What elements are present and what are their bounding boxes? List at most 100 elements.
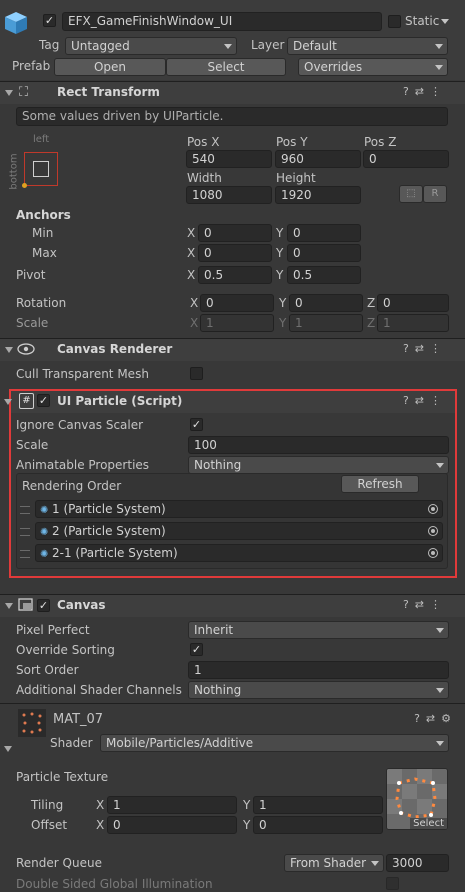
- raw-edit-button[interactable]: R: [423, 185, 447, 203]
- max-x-field[interactable]: 0: [198, 244, 272, 262]
- material-menu-icons[interactable]: ?⇄⚙: [414, 712, 457, 725]
- ui-particle-enabled-checkbox[interactable]: ✓: [37, 394, 50, 407]
- pixel-perfect-label: Pixel Perfect: [16, 623, 90, 637]
- pivot-y-field[interactable]: 0.5: [287, 266, 361, 284]
- scale-x-axis: X: [190, 316, 199, 330]
- refresh-button[interactable]: Refresh: [341, 475, 419, 493]
- component-menu-icons[interactable]: ?⇄⋮: [403, 342, 447, 355]
- min-x-field[interactable]: 0: [198, 224, 272, 242]
- texture-select-button[interactable]: Select: [410, 818, 447, 829]
- material-name: MAT_07: [53, 712, 104, 727]
- particle-texture-label: Particle Texture: [16, 770, 109, 784]
- rendering-order-label: Rendering Order: [22, 479, 122, 493]
- tiling-y-axis: Y: [243, 798, 251, 812]
- particle-scale-label: Scale: [16, 438, 49, 452]
- shader-channels-dropdown[interactable]: Nothing: [188, 681, 449, 699]
- canvas-renderer-header[interactable]: Canvas Renderer ?⇄⋮: [0, 338, 465, 361]
- object-picker-icon[interactable]: [428, 504, 438, 514]
- foldout-arrow-icon[interactable]: [5, 347, 13, 353]
- offset-x-field[interactable]: 0: [107, 816, 237, 834]
- anchors-min-label: Min: [32, 226, 54, 240]
- tag-value: Untagged: [71, 39, 130, 53]
- render-queue-label: Render Queue: [16, 856, 102, 870]
- sort-order-label: Sort Order: [16, 663, 79, 677]
- particle-scale-field[interactable]: 100: [188, 436, 449, 454]
- particle-system-label: 2-1 (Particle System): [52, 546, 178, 560]
- static-label[interactable]: Static: [405, 14, 439, 28]
- max-y-axis: Y: [276, 246, 284, 260]
- reorder-handle-icon[interactable]: [20, 506, 30, 514]
- tiling-x-field[interactable]: 1: [107, 796, 237, 814]
- offset-y-field[interactable]: 0: [253, 816, 383, 834]
- component-menu-icons[interactable]: ?⇄⋮: [403, 85, 447, 98]
- max-y-field[interactable]: 0: [287, 244, 361, 262]
- scale-y-axis: Y: [279, 316, 287, 330]
- canvas-header[interactable]: ✓ Canvas ?⇄⋮: [0, 594, 465, 617]
- ui-particle-title: UI Particle (Script): [57, 394, 183, 408]
- canvas-title: Canvas: [57, 598, 106, 612]
- posz-field[interactable]: 0: [363, 150, 449, 168]
- material-preview-icon[interactable]: [18, 709, 46, 737]
- particle-system-icon: ✺: [40, 505, 49, 516]
- material-foldout-arrow-icon[interactable]: [4, 746, 12, 752]
- object-picker-icon[interactable]: [428, 548, 438, 558]
- texture-slot[interactable]: Select: [386, 768, 448, 830]
- prefab-open-button[interactable]: Open: [54, 58, 166, 76]
- prefab-overrides-dropdown[interactable]: Overrides: [298, 58, 448, 76]
- particle-system-item[interactable]: ✺ 2-1 (Particle System): [35, 544, 443, 562]
- static-dropdown-caret[interactable]: [441, 19, 449, 24]
- tiling-y-field[interactable]: 1: [253, 796, 383, 814]
- ui-particle-header[interactable]: # ✓ UI Particle (Script) ?⇄⋮: [4, 391, 455, 413]
- rot-x-field[interactable]: 0: [200, 294, 274, 312]
- particle-system-item[interactable]: ✺ 1 (Particle System): [35, 500, 443, 518]
- tag-dropdown[interactable]: Untagged: [65, 37, 237, 55]
- posx-field[interactable]: 540: [186, 150, 272, 168]
- width-field[interactable]: 1080: [186, 186, 272, 204]
- blueprint-mode-button[interactable]: ⬚: [399, 185, 423, 203]
- prefab-select-button[interactable]: Select: [166, 58, 286, 76]
- rot-y-field[interactable]: 0: [289, 294, 363, 312]
- override-sorting-checkbox[interactable]: ✓: [190, 643, 203, 656]
- component-menu-icons[interactable]: ?⇄⋮: [403, 394, 447, 407]
- offset-label: Offset: [31, 818, 68, 832]
- anchor-preset-button[interactable]: [22, 152, 58, 188]
- canvas-enabled-checkbox[interactable]: ✓: [37, 599, 50, 612]
- tiling-x-axis: X: [96, 798, 105, 812]
- shader-dropdown[interactable]: Mobile/Particles/Additive: [100, 734, 449, 752]
- foldout-arrow-icon[interactable]: [5, 90, 13, 96]
- cull-transparent-checkbox[interactable]: [190, 367, 203, 380]
- reorder-handle-icon[interactable]: [20, 528, 30, 536]
- object-name-field[interactable]: EFX_GameFinishWindow_UI: [62, 12, 382, 31]
- rect-transform-header[interactable]: ⛶ Rect Transform ?⇄⋮: [0, 81, 465, 104]
- component-menu-icons[interactable]: ?⇄⋮: [403, 598, 447, 611]
- static-checkbox[interactable]: [388, 15, 401, 28]
- foldout-arrow-icon[interactable]: [4, 399, 12, 405]
- scale-label: Scale: [16, 316, 49, 330]
- particle-system-item[interactable]: ✺ 2 (Particle System): [35, 522, 443, 540]
- particle-system-icon: ✺: [40, 527, 49, 538]
- particle-system-label: 2 (Particle System): [52, 524, 166, 538]
- ignore-canvas-scaler-checkbox[interactable]: ✓: [190, 418, 203, 431]
- rot-z-field[interactable]: 0: [377, 294, 449, 312]
- animatable-properties-label: Animatable Properties: [16, 458, 150, 472]
- double-sided-gi-checkbox[interactable]: [386, 877, 399, 890]
- offset-x-axis: X: [96, 818, 105, 832]
- object-picker-icon[interactable]: [428, 526, 438, 536]
- animatable-properties-dropdown[interactable]: Nothing: [188, 456, 449, 474]
- tag-label: Tag: [39, 38, 60, 52]
- rect-transform-icon: ⛶: [19, 85, 29, 100]
- active-checkbox[interactable]: ✓: [43, 14, 56, 27]
- posz-label: Pos Z: [364, 135, 397, 149]
- render-queue-field[interactable]: 3000: [386, 854, 449, 872]
- posy-field[interactable]: 960: [275, 150, 361, 168]
- height-field[interactable]: 1920: [275, 186, 361, 204]
- sort-order-field[interactable]: 1: [188, 661, 449, 679]
- foldout-arrow-icon[interactable]: [5, 603, 13, 609]
- pivot-x-field[interactable]: 0.5: [198, 266, 272, 284]
- pixel-perfect-dropdown[interactable]: Inherit: [188, 621, 449, 639]
- layer-dropdown[interactable]: Default: [287, 37, 448, 55]
- min-y-field[interactable]: 0: [287, 224, 361, 242]
- render-queue-mode-dropdown[interactable]: From Shader: [284, 854, 384, 872]
- anchors-label[interactable]: Anchors: [16, 208, 71, 222]
- reorder-handle-icon[interactable]: [20, 550, 30, 558]
